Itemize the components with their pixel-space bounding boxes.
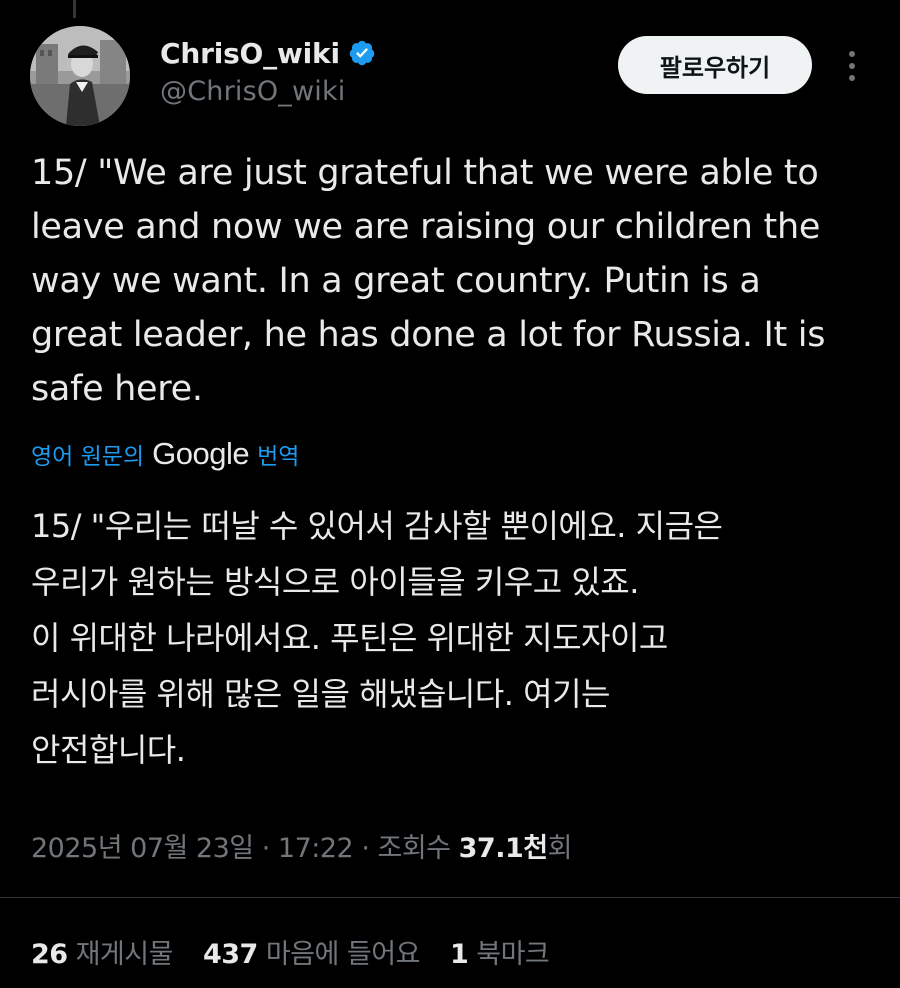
tweet-header: ChrisO_wiki @ChrisO_wiki 팔로우하기 [30,24,870,128]
views-label: 조회수 [377,833,452,864]
likes-stat[interactable]: 437 마음에 들어요 [202,932,421,971]
more-options-icon[interactable] [838,46,866,86]
translation-attribution[interactable]: 영어 원문의 Google 번역 [31,434,299,474]
stat-label: 북마크 [476,939,550,970]
views-count: 37.1천 [458,833,548,864]
thread-connector-line [73,0,76,18]
tweet-text: 15/ "We are just grateful that we were a… [31,153,826,409]
meta-separator: · [261,833,271,864]
follow-button[interactable]: 팔로우하기 [618,36,812,94]
avatar[interactable] [30,26,130,126]
translated-tweet-text: 15/ "우리는 떠날 수 있어서 감사할 뿐이에요. 지금은 우리가 원하는 … [31,507,723,769]
stat-count: 26 [31,939,68,970]
tweet-date[interactable]: 2025년 07월 23일 [31,833,254,864]
translate-prefix[interactable]: 영어 원문의 [31,437,144,471]
reposts-stat[interactable]: 26 재게시물 [31,932,173,971]
divider [0,897,900,898]
tweet-time[interactable]: 17:22 [278,833,354,864]
stat-count: 437 [202,939,258,970]
display-name[interactable]: ChrisO_wiki [160,37,340,70]
stat-count: 1 [449,939,469,970]
stat-label: 마음에 들어요 [265,939,421,970]
bookmarks-stat[interactable]: 1 북마크 [449,932,550,971]
dot [849,63,855,69]
dot [849,75,855,81]
dot [849,51,855,57]
google-logo: Google [152,436,250,471]
translate-suffix[interactable]: 번역 [257,437,299,471]
verified-badge-icon[interactable] [348,39,376,67]
engagement-stats: 26 재게시물 437 마음에 들어요 1 북마크 [31,932,579,971]
views-suffix: 회 [547,833,573,864]
meta-separator: · [361,833,370,864]
stat-label: 재게시물 [75,939,174,970]
avatar-image [30,26,130,126]
handle[interactable]: @ChrisO_wiki [160,76,376,107]
tweet-meta: 2025년 07월 23일 · 17:22 · 조회수 37.1천회 [31,826,572,865]
